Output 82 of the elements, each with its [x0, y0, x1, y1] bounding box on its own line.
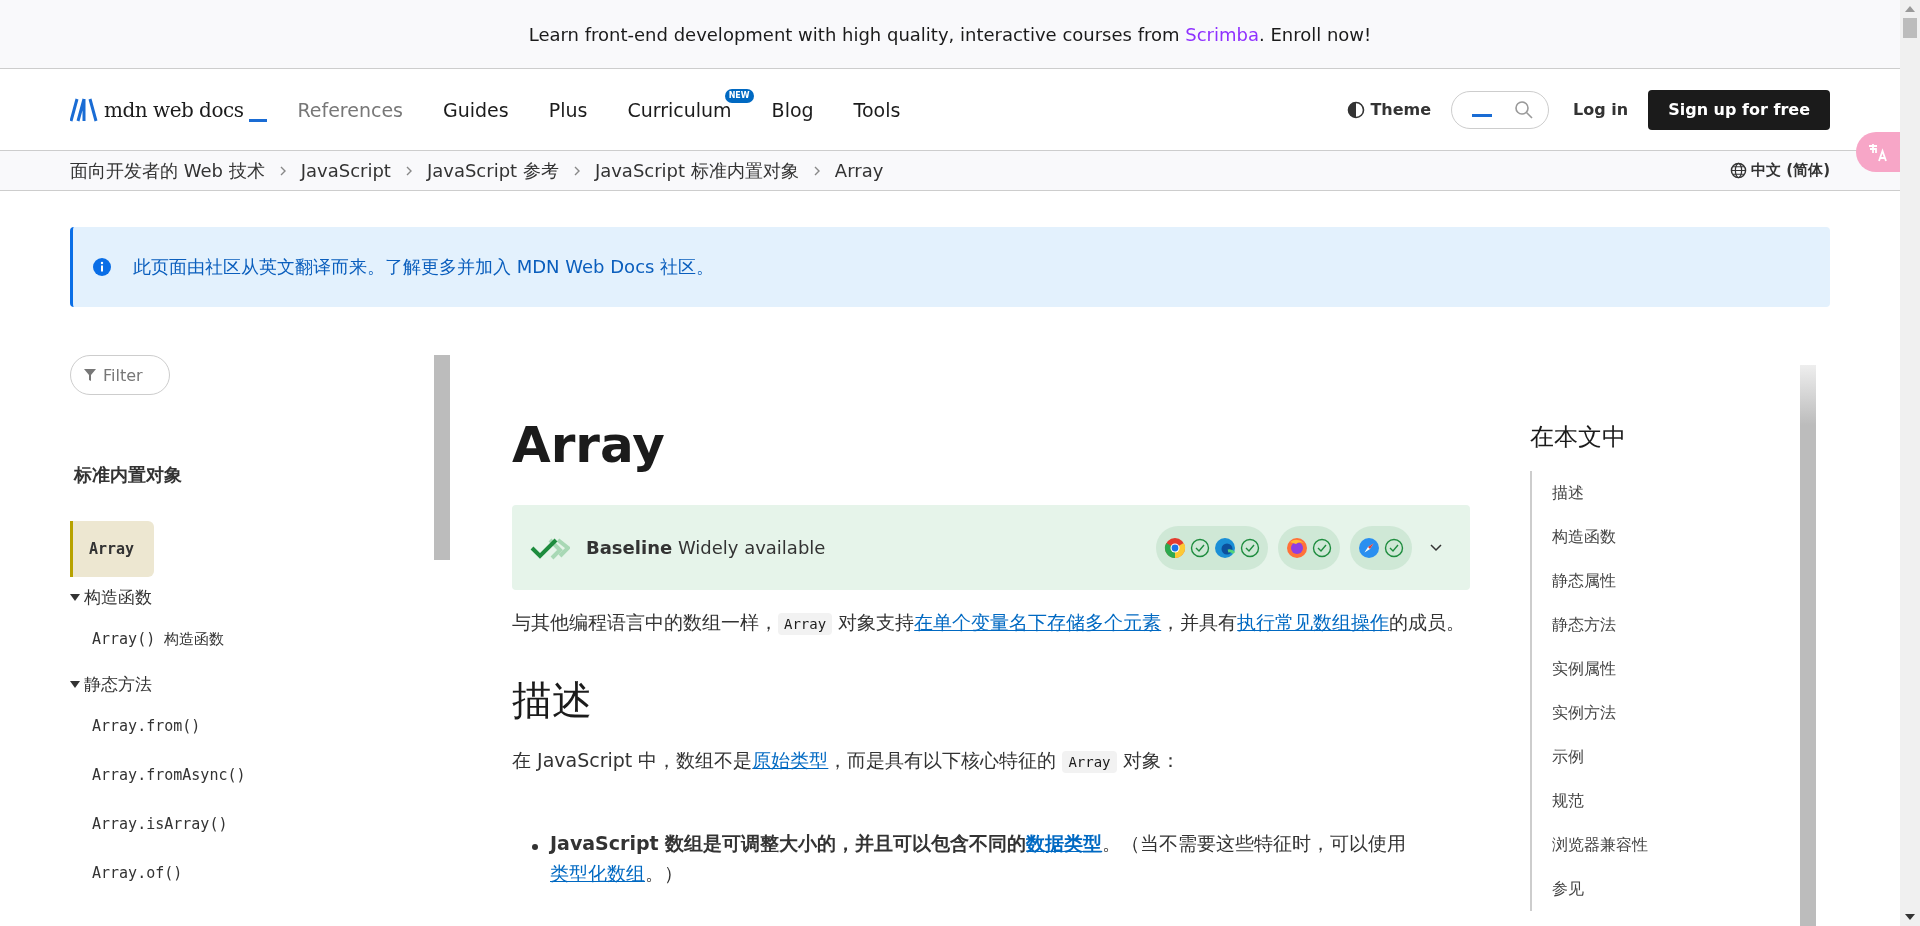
- toc-link[interactable]: 描述: [1552, 471, 1830, 515]
- section-heading: 描述: [512, 676, 593, 725]
- text-link[interactable]: 在单个变量名下存储多个元素: [914, 611, 1162, 633]
- translate-icon: [1867, 141, 1889, 163]
- theme-icon: [1347, 100, 1366, 119]
- sidebar-item[interactable]: Array() 构造函数: [70, 615, 434, 664]
- nav-link[interactable]: References: [297, 98, 403, 121]
- logo-link[interactable]: mdn web docs: [70, 95, 268, 124]
- toc-link[interactable]: 静态属性: [1552, 559, 1830, 603]
- login-link[interactable]: Log in: [1573, 100, 1629, 119]
- nav-link[interactable]: Plus: [548, 98, 588, 121]
- browser-icon: [1214, 536, 1236, 559]
- nav-link[interactable]: Blog: [771, 98, 814, 121]
- sidebar-group[interactable]: 静态方法: [70, 666, 434, 702]
- filter-field[interactable]: Filter: [70, 355, 170, 395]
- sidebar-item[interactable]: Array: [70, 521, 154, 577]
- toc-link[interactable]: 浏览器兼容性: [1552, 823, 1830, 867]
- notice-text: 此页面由社区从英文翻译而来。了解更多并加入 MDN Web Docs 社区。: [133, 255, 715, 279]
- toc-link[interactable]: 构造函数: [1552, 515, 1830, 559]
- sidebar-item[interactable]: Array.fromAsync(): [70, 751, 434, 800]
- scrollbar[interactable]: [1900, 0, 1920, 926]
- sidebar-item[interactable]: Array.of(): [70, 849, 434, 898]
- scroll-thumb[interactable]: [1903, 18, 1917, 38]
- check-icon: [1190, 537, 1210, 558]
- browser-icon: [1358, 536, 1380, 559]
- translate-button[interactable]: [1856, 132, 1900, 172]
- globe-icon: [1730, 162, 1748, 179]
- text-link[interactable]: 数据类型: [1026, 832, 1103, 854]
- scroll-down-icon[interactable]: [1905, 914, 1915, 920]
- theme-button[interactable]: Theme: [1347, 100, 1432, 119]
- toc-link[interactable]: 参见: [1552, 867, 1830, 911]
- text-link[interactable]: 原始类型: [752, 749, 829, 771]
- sidebar-group[interactable]: 构造函数: [70, 579, 434, 615]
- chevron-right-icon: [812, 164, 821, 177]
- nav-link[interactable]: Tools: [853, 98, 901, 121]
- language-button[interactable]: 中文 (简体): [1730, 161, 1830, 180]
- inline-code: Array: [1062, 751, 1117, 773]
- page-title: Array: [512, 415, 666, 475]
- toc-link[interactable]: 示例: [1552, 735, 1830, 779]
- breadcrumb-link[interactable]: JavaScript 参考: [426, 158, 559, 183]
- sidebar-heading: 标准内置对象: [74, 463, 183, 487]
- intro-paragraph: 与其他编程语言中的数组一样， Array 对象支持在单个变量名下存储多个元素，并具有执行常见数组操作的成员。: [512, 610, 1467, 637]
- bullet-text: JavaScript 数组是可调整大小的，并且可以包含不同的数据类型。（当不需要这些特征时，可以使用 类型化数组。）: [550, 831, 1408, 886]
- scrollbar[interactable]: [434, 355, 450, 560]
- breadcrumb-link[interactable]: JavaScript 标准内置对象: [594, 158, 799, 183]
- breadcrumb-link[interactable]: JavaScript: [300, 160, 391, 181]
- chevron-right-icon: [572, 164, 581, 177]
- sidebar-item[interactable]: Array.isArray(): [70, 800, 434, 849]
- inline-code: Array: [778, 613, 833, 635]
- scrimba-link[interactable]: Scrimba: [1185, 23, 1259, 45]
- text-link[interactable]: 执行常见数组操作: [1237, 611, 1390, 633]
- caret-icon: [70, 592, 80, 602]
- chevron-right-icon: [404, 164, 413, 177]
- banner-text: Learn front-end development with high quality, interactive courses from Scrimba. Enroll now!: [528, 23, 1372, 45]
- baseline-status: Baseline Widely available: [586, 537, 826, 558]
- breadcrumb-link[interactable]: 面向开发者的 Web 技术: [70, 158, 265, 183]
- nav-link[interactable]: Guides: [443, 98, 509, 121]
- new-badge: NEW: [724, 88, 754, 103]
- filter-icon: [84, 369, 96, 381]
- browser-icon: [1164, 536, 1186, 559]
- search-icon: [1514, 99, 1535, 120]
- check-icon: [1384, 537, 1404, 558]
- toc-link[interactable]: 实例属性: [1552, 647, 1830, 691]
- info-icon: [93, 258, 111, 276]
- text-link[interactable]: 类型化数组: [550, 862, 645, 884]
- toc-link[interactable]: 静态方法: [1552, 603, 1830, 647]
- toc-link[interactable]: 规范: [1552, 779, 1830, 823]
- scroll-up-icon[interactable]: [1905, 6, 1915, 12]
- check-icon: [1312, 537, 1332, 558]
- browser-icon: [1286, 536, 1308, 559]
- chevron-right-icon: [278, 164, 287, 177]
- toc-heading: 在本文中: [1530, 422, 1627, 453]
- signup-button[interactable]: Sign up for free: [1648, 89, 1830, 130]
- chevron-down-icon: [1430, 543, 1442, 552]
- description-paragraph: 在 JavaScript 中，数组不是原始类型，而是具有以下核心特征的 Array 对象：: [512, 748, 1181, 775]
- caret-icon: [70, 679, 80, 689]
- bullet-icon: [532, 844, 538, 850]
- scrollbar[interactable]: [1800, 365, 1816, 926]
- check-icon: [1240, 537, 1260, 558]
- breadcrumb-link[interactable]: Array: [834, 160, 884, 181]
- sidebar-item[interactable]: Array.from(): [70, 702, 434, 751]
- toc-link[interactable]: 实例方法: [1552, 691, 1830, 735]
